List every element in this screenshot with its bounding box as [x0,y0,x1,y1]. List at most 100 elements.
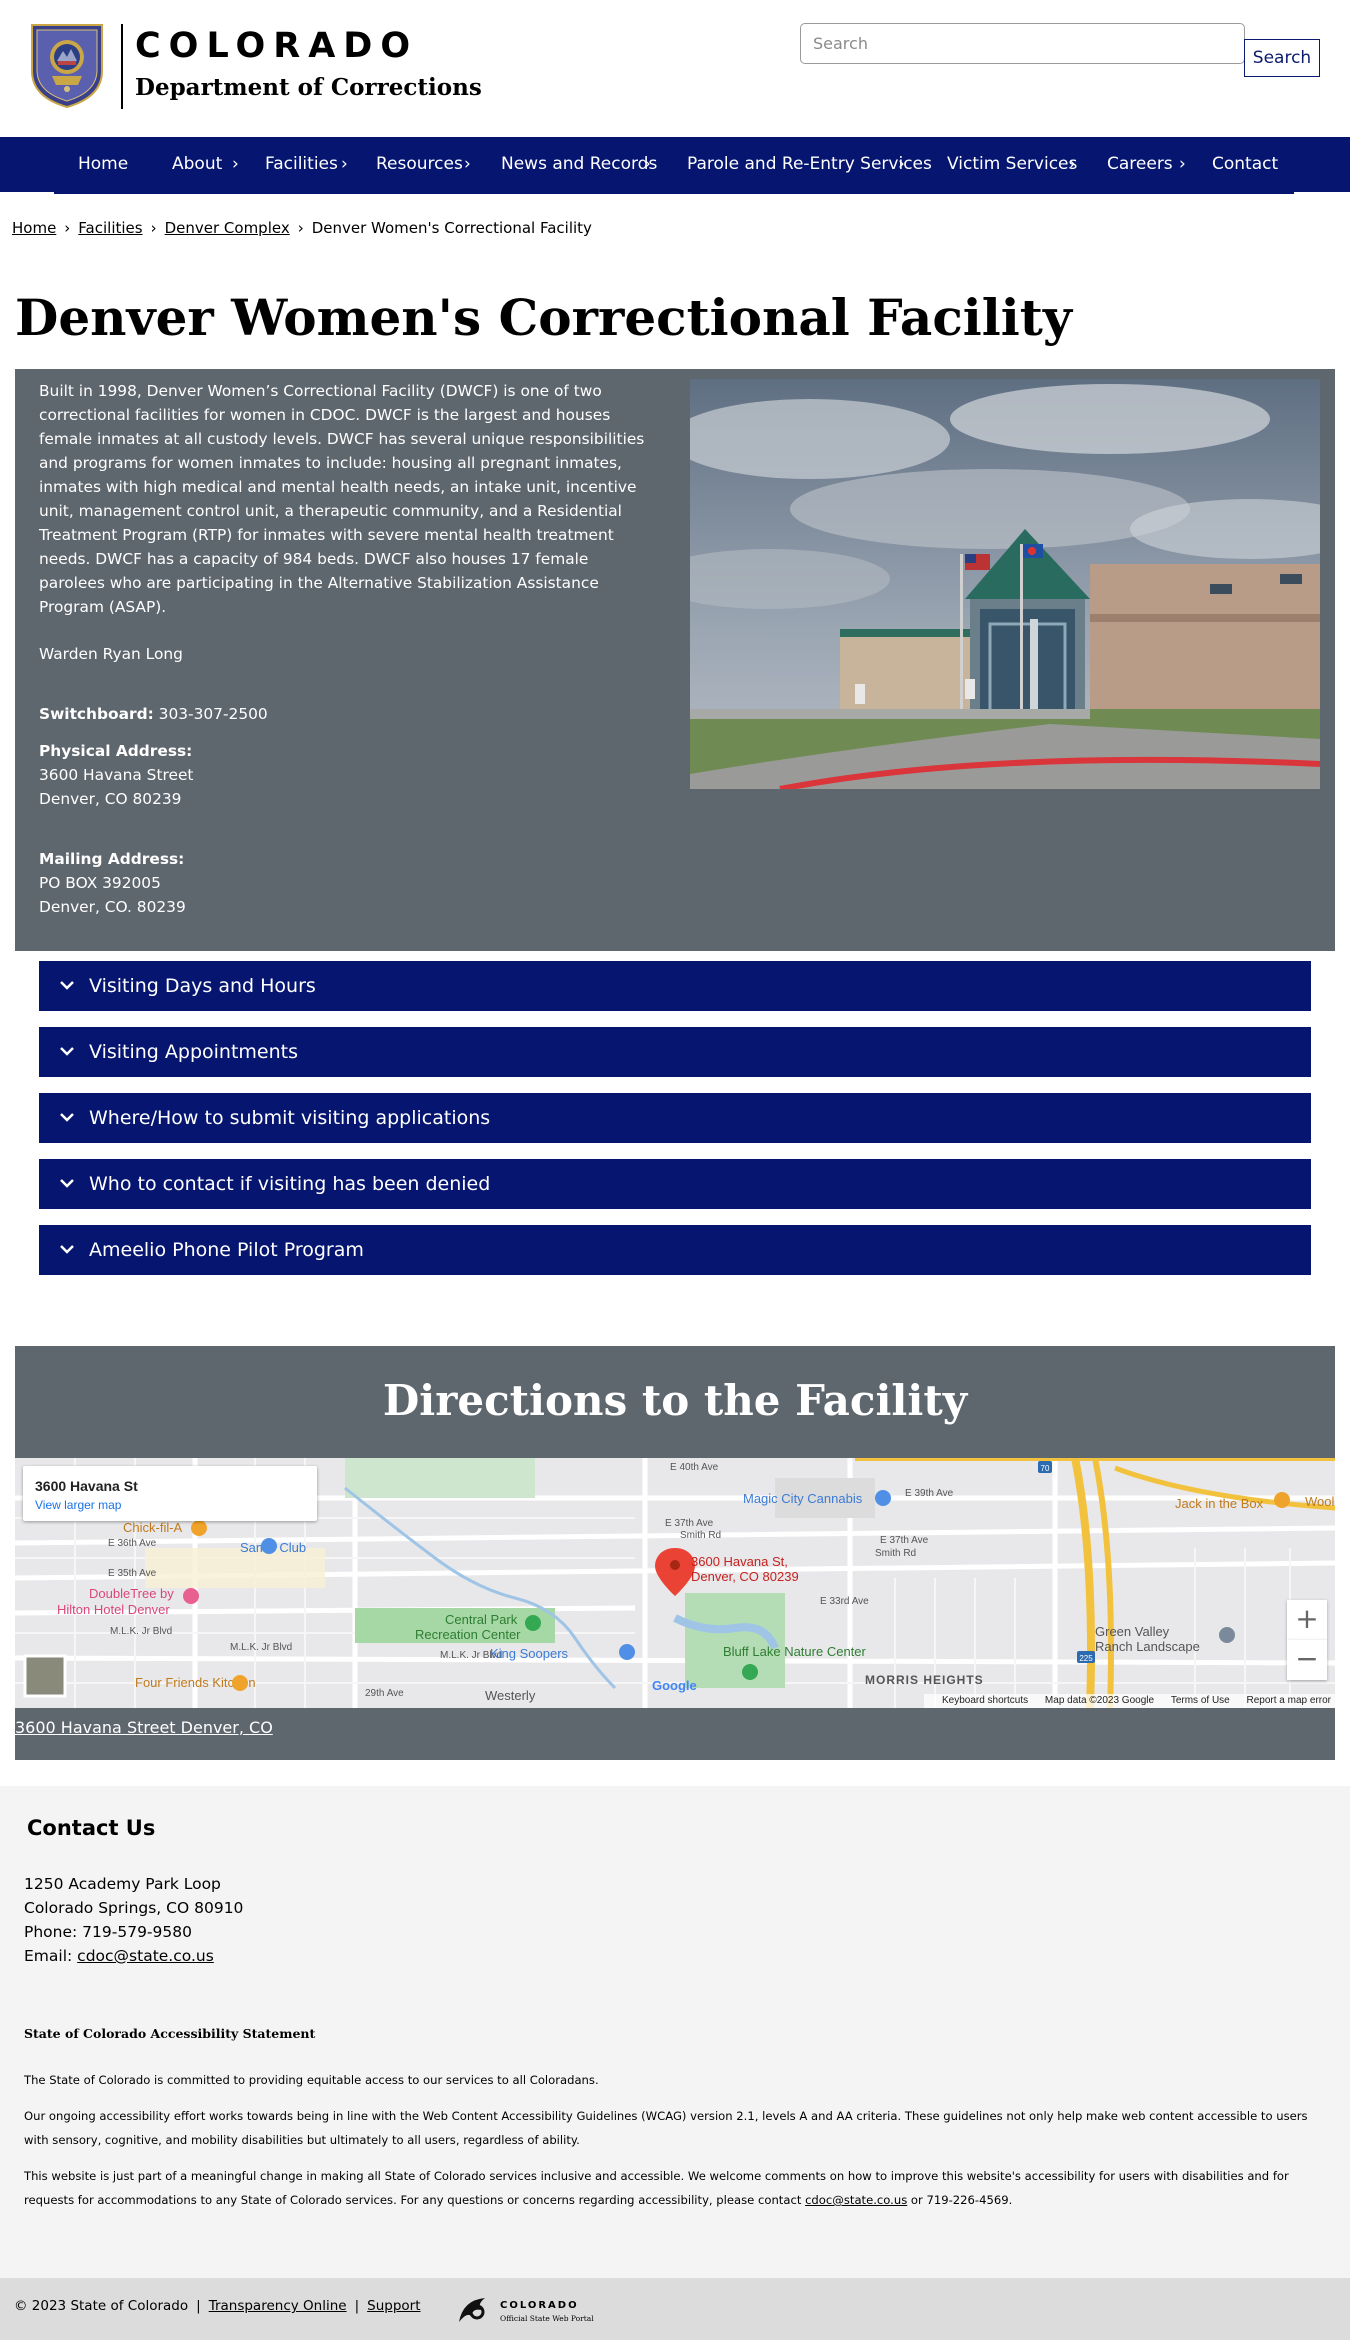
nav-item-facilities[interactable]: Facilities [265,137,338,192]
brand-department-name[interactable]: Department of Corrections [135,74,482,101]
nav-item-parole-reentry[interactable]: Parole and Re-Entry Services [687,137,932,192]
switchboard: Switchboard: 303-307-2500 [39,705,268,723]
terms-of-use-link[interactable]: Terms of Use [1171,1695,1230,1706]
chevron-down-icon [60,1113,74,1122]
map-place-label: Hilton Hotel Denver [57,1602,170,1617]
accordion-label: Visiting Days and Hours [89,975,316,997]
accordion-label: Who to contact if visiting has been deni… [89,1173,491,1195]
colorado-seal-logo[interactable] [28,21,106,109]
breadcrumb-separator: › [150,219,157,237]
contact-details: 1250 Academy Park Loop Colorado Springs,… [24,1872,243,1968]
map-info-card: 3600 Havana St View larger map [23,1466,317,1521]
embedded-map[interactable]: 70 225 E 40th Ave E 39th Ave E 37th Ave … [15,1458,1335,1708]
contact-phone: Phone: 719-579-9580 [24,1923,192,1941]
map-street-label: E 37th Ave [665,1518,714,1529]
warden-name: Warden Ryan Long [39,645,183,663]
accordion-label: Where/How to submit visiting application… [89,1107,491,1129]
accordion-submit-visiting-applications[interactable]: Where/How to submit visiting application… [39,1093,1311,1143]
map-street-label: E 35th Ave [108,1568,157,1579]
accordion-label: Visiting Appointments [89,1041,299,1063]
nav-item-about[interactable]: About [172,137,222,192]
nav-item-home[interactable]: Home [78,137,128,192]
portal-name: COLORADO [500,2300,579,2311]
nav-item-news-records[interactable]: News and Records [501,137,657,192]
facility-address-link[interactable]: 3600 Havana Street Denver, CO [15,1718,273,1737]
accordion-visiting-appointments[interactable]: Visiting Appointments [39,1027,1311,1077]
chevron-right-icon[interactable]: › [644,137,651,192]
chevron-right-icon[interactable]: › [1069,137,1076,192]
map-street-label: E 39th Ave [905,1488,954,1499]
support-link[interactable]: Support [367,2298,420,2314]
chevron-down-icon [60,1245,74,1254]
email-label: Email: [24,1947,73,1965]
chevron-right-icon[interactable]: › [232,137,239,192]
map-place-label: Chick-fil-A [123,1520,183,1535]
chevron-down-icon [60,981,74,990]
zoom-out-button[interactable]: − [1287,1640,1327,1680]
contact-email: Email: cdoc@state.co.us [24,1944,243,1968]
contact-email-link[interactable]: cdoc@state.co.us [77,1947,214,1965]
map-place-label: Ranch Landscape [1095,1639,1200,1654]
colorado-portal-icon[interactable] [455,2294,495,2326]
map-street-label: M.L.K. Jr Blvd [230,1642,292,1653]
map-place-label: Recreation Center [415,1627,521,1642]
bottom-bar: © 2023 State of Colorado | Transparency On… [0,2278,1350,2340]
portal-subtitle: Official State Web Portal [500,2314,594,2323]
nav-item-contact[interactable]: Contact [1212,137,1278,192]
zoom-in-button[interactable]: + [1287,1600,1327,1640]
search-button[interactable]: Search [1244,39,1320,77]
map-street-label: 29th Ave [365,1688,404,1699]
accessibility-email-link[interactable]: cdoc@state.co.us [805,2193,907,2207]
map-place-label: Wooll [1305,1494,1335,1509]
physical-address-line: Denver, CO 80239 [39,790,182,808]
brand-divider [121,24,123,109]
highway-shield-label: 70 [1041,1464,1050,1473]
separator: | [196,2298,201,2314]
main-navigation: Home About › Facilities › Resources › Ne… [0,137,1350,192]
nav-item-resources[interactable]: Resources [376,137,463,192]
accessibility-heading: State of Colorado Accessibility Statemen… [24,2026,316,2041]
map-place-label: Bluff Lake Nature Center [723,1644,867,1659]
mailing-address: Mailing Address: PO BOX 392005 Denver, C… [39,847,186,919]
accordion-ameelio-phone-pilot[interactable]: Ameelio Phone Pilot Program [39,1225,1311,1275]
map-place-label: MORRIS HEIGHTS [865,1673,984,1687]
contact-address-line: 1250 Academy Park Loop [24,1875,221,1893]
chevron-right-icon[interactable]: › [898,137,905,192]
map-street-label: E 37th Ave [880,1535,929,1546]
map-street-label: E 36th Ave [108,1538,157,1549]
facility-building-photo [690,379,1320,789]
chevron-right-icon[interactable]: › [341,137,348,192]
keyboard-shortcuts-link[interactable]: Keyboard shortcuts [942,1695,1028,1706]
google-logo: Google [652,1678,697,1693]
map-place-label: Westerly [485,1688,536,1703]
separator: | [354,2298,360,2314]
map-data-attribution: Map data ©2023 Google [1044,1695,1155,1706]
accordion-visiting-denied-contact[interactable]: Who to contact if visiting has been deni… [39,1159,1311,1209]
accordion-visiting-days-hours[interactable]: Visiting Days and Hours [39,961,1311,1011]
page-title: Denver Women's Correctional Facility [15,288,1072,347]
site-header: COLORADO Department of Corrections Searc… [0,0,1350,137]
brand-state-name[interactable]: COLORADO [135,26,418,66]
directions-title: Directions to the Facility [382,1376,968,1425]
map-place-label: King Soopers [490,1646,569,1661]
nav-item-careers[interactable]: Careers [1107,137,1173,192]
breadcrumb-link-facilities[interactable]: Facilities [78,219,142,237]
map-place-label: DoubleTree by [89,1586,174,1601]
breadcrumb-link-denver-complex[interactable]: Denver Complex [165,219,290,237]
breadcrumb: Home › Facilities › Denver Complex › Denver Wo… [12,219,592,237]
breadcrumb-separator: › [297,219,304,237]
physical-address-line: 3600 Havana Street [39,766,194,784]
map-place-label: Central Park [445,1612,518,1627]
chevron-down-icon [60,1179,74,1188]
chevron-right-icon[interactable]: › [1179,137,1186,192]
switchboard-number: 303-307-2500 [158,705,268,723]
search-input[interactable] [800,23,1245,64]
report-map-error-link[interactable]: Report a map error [1247,1695,1331,1706]
transparency-online-link[interactable]: Transparency Online [209,2298,347,2314]
contact-address-line: Colorado Springs, CO 80910 [24,1899,244,1917]
mailing-address-line: PO BOX 392005 [39,874,161,892]
view-larger-map-link[interactable]: View larger map [35,1498,121,1512]
breadcrumb-link-home[interactable]: Home [12,219,56,237]
chevron-right-icon[interactable]: › [464,137,471,192]
nav-item-victim-services[interactable]: Victim Services [947,137,1077,192]
